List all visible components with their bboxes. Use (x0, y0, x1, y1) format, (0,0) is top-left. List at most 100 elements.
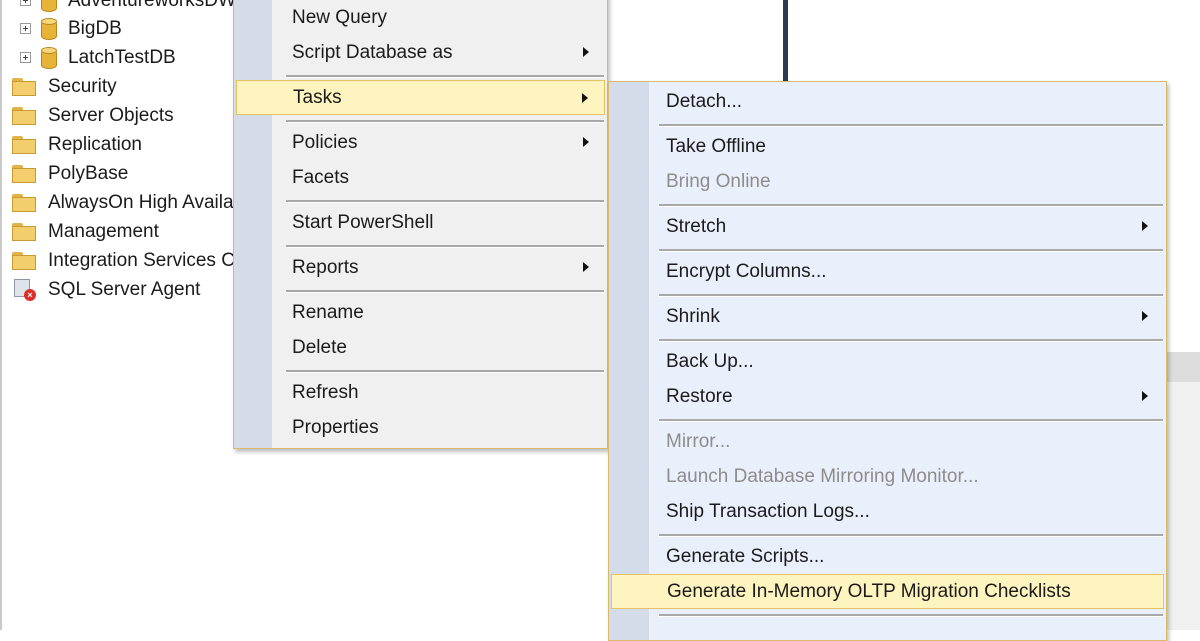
menu-item-label: Back Up... (666, 350, 754, 372)
menu-item-label: Refresh (292, 381, 359, 403)
menu-item-label: Restore (666, 385, 733, 407)
menu-item-label: Mirror... (666, 430, 731, 452)
object-explorer-tree: AdventureworksDW BigDB LatchTestDB Secur… (0, 0, 246, 630)
menu-item-mirror: Mirror... (611, 424, 1164, 459)
menu-item-label: Bring Online (666, 170, 771, 192)
menu-item-label: Script Database as (292, 41, 453, 63)
tree-item-folder[interactable]: PolyBase (12, 159, 128, 188)
menu-separator (286, 290, 604, 293)
database-icon (41, 0, 57, 12)
menu-separator (659, 204, 1163, 207)
expand-plus-icon[interactable] (20, 52, 31, 63)
expand-plus-icon[interactable] (20, 23, 31, 34)
menu-item-label: Policies (292, 131, 358, 153)
menu-separator (286, 120, 604, 123)
menu-separator (659, 339, 1163, 342)
menu-item-label: Generate In-Memory OLTP Migration Checkl… (667, 580, 1071, 602)
database-icon (41, 17, 57, 40)
submenu-arrow-icon (583, 262, 589, 272)
menu-item-bring-online: Bring Online (611, 164, 1164, 199)
tree-item-label: AdventureworksDW (68, 0, 236, 11)
tree-item-folder[interactable]: Security (12, 72, 117, 101)
tree-item-folder[interactable]: Management (12, 217, 159, 246)
tree-item-label: Management (48, 220, 159, 242)
menu-item-new-query[interactable]: New Query (236, 0, 605, 35)
expand-plus-icon[interactable] (20, 0, 31, 6)
menu-item-label: Ship Transaction Logs... (666, 500, 870, 522)
menu-separator (659, 614, 1163, 617)
tree-item-label: AlwaysOn High Availa (48, 191, 234, 213)
menu-item-restore[interactable]: Restore (611, 379, 1164, 414)
menu-item-label: Encrypt Columns... (666, 260, 827, 282)
menu-item-label: Rename (292, 301, 364, 323)
menu-item-properties[interactable]: Properties (236, 410, 605, 445)
folder-icon (12, 135, 36, 154)
menu-item-label: Take Offline (666, 135, 766, 157)
menu-item-back-up[interactable]: Back Up... (611, 344, 1164, 379)
database-context-menu: New Query Script Database as Tasks Polic… (233, 0, 608, 449)
menu-item-tasks[interactable]: Tasks (236, 80, 605, 115)
menu-item-label: Tasks (293, 86, 342, 108)
menu-separator (659, 124, 1163, 127)
menu-separator (659, 249, 1163, 252)
menu-item-ship-transaction-logs[interactable]: Ship Transaction Logs... (611, 494, 1164, 529)
tree-item-label: Security (48, 75, 117, 97)
tree-item-folder[interactable]: Integration Services Ca (12, 246, 246, 275)
menu-separator (286, 75, 604, 78)
menu-separator (286, 200, 604, 203)
menu-item-facets[interactable]: Facets (236, 160, 605, 195)
submenu-arrow-icon (583, 137, 589, 147)
menu-separator (286, 245, 604, 248)
menu-item-label: Stretch (666, 215, 727, 237)
menu-item-label: Launch Database Mirroring Monitor... (666, 465, 979, 487)
menu-separator (659, 419, 1163, 422)
submenu-arrow-icon (1142, 391, 1148, 401)
menu-item-rename[interactable]: Rename (236, 295, 605, 330)
submenu-arrow-icon (583, 47, 589, 57)
sql-agent-stopped-icon: × (12, 278, 36, 301)
menu-item-take-offline[interactable]: Take Offline (611, 129, 1164, 164)
tree-item-label: Server Objects (48, 104, 174, 126)
folder-icon (12, 77, 36, 96)
tree-item-sql-server-agent[interactable]: × SQL Server Agent (12, 275, 200, 304)
menu-item-script-database-as[interactable]: Script Database as (236, 35, 605, 70)
tree-item-label: PolyBase (48, 162, 129, 184)
menu-item-reports[interactable]: Reports (236, 250, 605, 285)
menu-item-label: Reports (292, 256, 359, 278)
menu-item-policies[interactable]: Policies (236, 125, 605, 160)
menu-item-shrink[interactable]: Shrink (611, 299, 1164, 334)
folder-icon (12, 193, 36, 212)
background-pane-header (1165, 352, 1200, 382)
tree-item-database[interactable]: AdventureworksDW (20, 0, 236, 15)
tree-item-folder[interactable]: Replication (12, 130, 142, 159)
tree-item-label: BigDB (68, 17, 122, 39)
database-icon (41, 46, 57, 69)
menu-item-generate-inmemory-checklists[interactable]: Generate In-Memory OLTP Migration Checkl… (611, 574, 1164, 609)
tree-item-database[interactable]: LatchTestDB (20, 43, 176, 72)
tree-item-database[interactable]: BigDB (20, 14, 122, 43)
menu-item-label: New Query (292, 6, 388, 28)
tasks-submenu: Detach... Take Offline Bring Online Stre… (608, 81, 1167, 641)
menu-item-label: Generate Scripts... (666, 545, 825, 567)
pane-divider (783, 0, 788, 82)
menu-item-label: Delete (292, 336, 347, 358)
folder-icon (12, 251, 36, 270)
folder-icon (12, 222, 36, 241)
menu-item-detach[interactable]: Detach... (611, 84, 1164, 119)
menu-item-refresh[interactable]: Refresh (236, 375, 605, 410)
tree-item-folder[interactable]: AlwaysOn High Availa (12, 188, 234, 217)
menu-item-encrypt-columns[interactable]: Encrypt Columns... (611, 254, 1164, 289)
menu-item-label: Start PowerShell (292, 211, 434, 233)
folder-icon (12, 106, 36, 125)
menu-item-stretch[interactable]: Stretch (611, 209, 1164, 244)
menu-item-label: Detach... (666, 90, 743, 112)
menu-item-label: Facets (292, 166, 350, 188)
tree-item-folder[interactable]: Server Objects (12, 101, 174, 130)
menu-item-delete[interactable]: Delete (236, 330, 605, 365)
tree-item-label: LatchTestDB (68, 46, 176, 68)
menu-item-generate-scripts[interactable]: Generate Scripts... (611, 539, 1164, 574)
menu-item-start-powershell[interactable]: Start PowerShell (236, 205, 605, 240)
tree-item-label: SQL Server Agent (48, 278, 201, 300)
submenu-arrow-icon (1142, 221, 1148, 231)
submenu-arrow-icon (1142, 311, 1148, 321)
